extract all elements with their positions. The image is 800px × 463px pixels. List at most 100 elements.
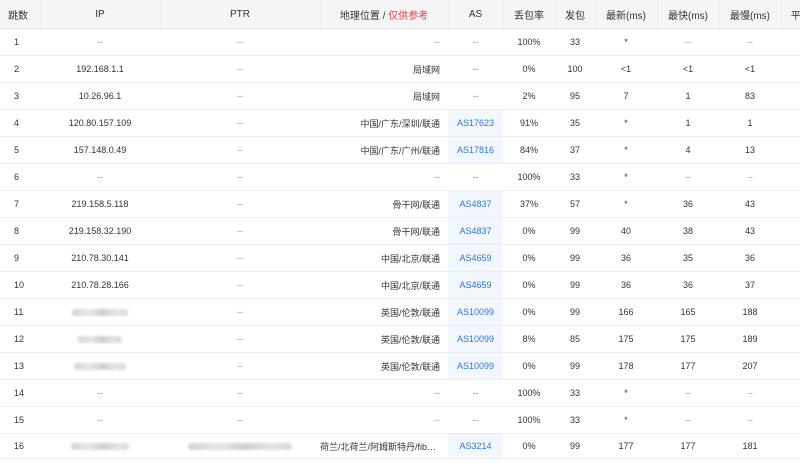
last-cell: * <box>595 28 657 56</box>
loss-cell: 100% <box>503 379 555 407</box>
best-cell: -- <box>657 163 719 191</box>
best-cell: 1 <box>657 82 719 110</box>
worst-cell: 36 <box>719 244 781 272</box>
worst-cell: 43 <box>719 217 781 245</box>
table-row: 10 210.78.28.166 -- 中国/北京/联通 AS4659 0% 99 36 36 3… <box>0 271 800 299</box>
worst-cell: -- <box>719 28 781 56</box>
as-link[interactable]: AS4837 <box>448 190 503 218</box>
last-cell: 177 <box>595 433 657 459</box>
ip-cell: 192.168.1.1 <box>40 55 160 83</box>
worst-cell: <1 <box>719 55 781 83</box>
last-cell: 40 <box>595 217 657 245</box>
sent-cell: 100 <box>555 55 595 83</box>
best-cell: 36 <box>657 190 719 218</box>
loss-cell: 8% <box>503 325 555 353</box>
loss-cell: 100% <box>503 28 555 56</box>
geo-cell: 荷兰/北荷兰/阿姆斯特丹/fiber... <box>320 433 448 459</box>
avg-cell: 178 <box>781 433 800 459</box>
last-cell: 166 <box>595 298 657 326</box>
worst-cell: -- <box>719 406 781 434</box>
header-worst: 最慢(ms) <box>719 0 782 29</box>
ptr-cell: -- <box>160 190 320 218</box>
hop-cell: 5 <box>0 136 40 164</box>
ptr-cell: -- <box>160 271 320 299</box>
avg-cell: 177 <box>781 352 800 380</box>
as-link[interactable]: AS4659 <box>448 271 503 299</box>
redacted-blur <box>78 336 122 344</box>
ip-cell <box>40 325 160 353</box>
hop-cell: 13 <box>0 352 40 380</box>
redacted-blur <box>72 309 128 317</box>
as-link[interactable]: AS3214 <box>448 433 503 459</box>
ip-cell <box>40 298 160 326</box>
sent-cell: 33 <box>555 406 595 434</box>
loss-cell: 0% <box>503 352 555 380</box>
avg-cell: 6 <box>781 136 800 164</box>
avg-cell: 35 <box>781 244 800 272</box>
as-link[interactable]: AS10099 <box>448 298 503 326</box>
hop-cell: 8 <box>0 217 40 245</box>
header-last: 最新(ms) <box>595 0 658 29</box>
ptr-cell: -- <box>160 163 320 191</box>
ptr-cell: -- <box>160 82 320 110</box>
sent-cell: 33 <box>555 163 595 191</box>
best-cell: <1 <box>657 55 719 83</box>
sent-cell: 35 <box>555 109 595 137</box>
hop-cell: 16 <box>0 433 40 459</box>
table-row: 8219.158.32.190--骨干网/联通AS48370%994038433… <box>0 217 800 245</box>
table-body: 1--------100%33*------2192.168.1.1--局域网-… <box>0 28 800 459</box>
table-row: 11 --英国/伦敦/联通AS100990%99166165188170 <box>0 298 800 326</box>
sent-cell: 99 <box>555 244 595 272</box>
best-cell: 35 <box>657 244 719 272</box>
geo-cell: 局域网 <box>320 55 448 83</box>
redacted-blur <box>74 363 126 371</box>
header-ip: IP <box>40 0 161 29</box>
last-cell: 178 <box>595 352 657 380</box>
header-geo: 地理位置 / 仅供参考 <box>320 0 449 29</box>
as-link[interactable]: AS4659 <box>448 244 503 272</box>
ip-cell: 10.26.96.1 <box>40 82 160 110</box>
hop-cell: 9 <box>0 244 40 272</box>
ptr-cell: -- <box>160 244 320 272</box>
ptr-cell: -- <box>160 298 320 326</box>
loss-cell: 37% <box>503 190 555 218</box>
last-cell: * <box>595 190 657 218</box>
loss-cell: 0% <box>503 55 555 83</box>
sent-cell: 33 <box>555 28 595 56</box>
worst-cell: 13 <box>719 136 781 164</box>
geo-cell: 中国/北京/联通 <box>320 271 448 299</box>
traceroute-table: 跳数 IP PTR 地理位置 / 仅供参考 AS 丢包率 发包 最新(ms) 最… <box>0 0 800 459</box>
table-row: 5 157.148.0.49 -- 中国/广东/广州/联通 AS17816 84% 37 * 4… <box>0 136 800 164</box>
as-link[interactable]: AS4837 <box>448 217 503 245</box>
ip-cell: -- <box>40 163 160 191</box>
redacted-blur <box>188 443 292 451</box>
as-link[interactable]: AS10099 <box>448 325 503 353</box>
table-row: 12--英国/伦敦/联通AS100998%85175175189176 <box>0 325 800 353</box>
header-loss: 丢包率 <box>503 0 556 29</box>
as-link[interactable]: AS17816 <box>448 136 503 164</box>
header-avg: 平均(ms) <box>781 0 800 29</box>
table-header: 跳数 IP PTR 地理位置 / 仅供参考 AS 丢包率 发包 最新(ms) 最… <box>0 0 800 29</box>
last-cell: * <box>595 163 657 191</box>
loss-cell: 100% <box>503 406 555 434</box>
hop-cell: 7 <box>0 190 40 218</box>
best-cell: 165 <box>657 298 719 326</box>
last-cell: 175 <box>595 325 657 353</box>
table-row: 9 210.78.30.141 -- 中国/北京/联通 AS4659 0% 99 36 35 36… <box>0 244 800 272</box>
last-cell: * <box>595 136 657 164</box>
worst-cell: 188 <box>719 298 781 326</box>
last-cell: * <box>595 109 657 137</box>
loss-cell: 0% <box>503 271 555 299</box>
table-row: 1--------100%33*------ <box>0 28 800 56</box>
ptr-cell: -- <box>160 55 320 83</box>
header-as: AS <box>448 0 504 29</box>
as-link[interactable]: AS17623 <box>448 109 503 137</box>
last-cell: 7 <box>595 82 657 110</box>
as-cell: -- <box>448 55 503 83</box>
as-cell: -- <box>448 406 503 434</box>
as-link[interactable]: AS10099 <box>448 352 503 380</box>
ptr-cell: -- <box>160 217 320 245</box>
hop-cell: 11 <box>0 298 40 326</box>
worst-cell: 1 <box>719 109 781 137</box>
geo-cell: 骨干网/联通 <box>320 217 448 245</box>
